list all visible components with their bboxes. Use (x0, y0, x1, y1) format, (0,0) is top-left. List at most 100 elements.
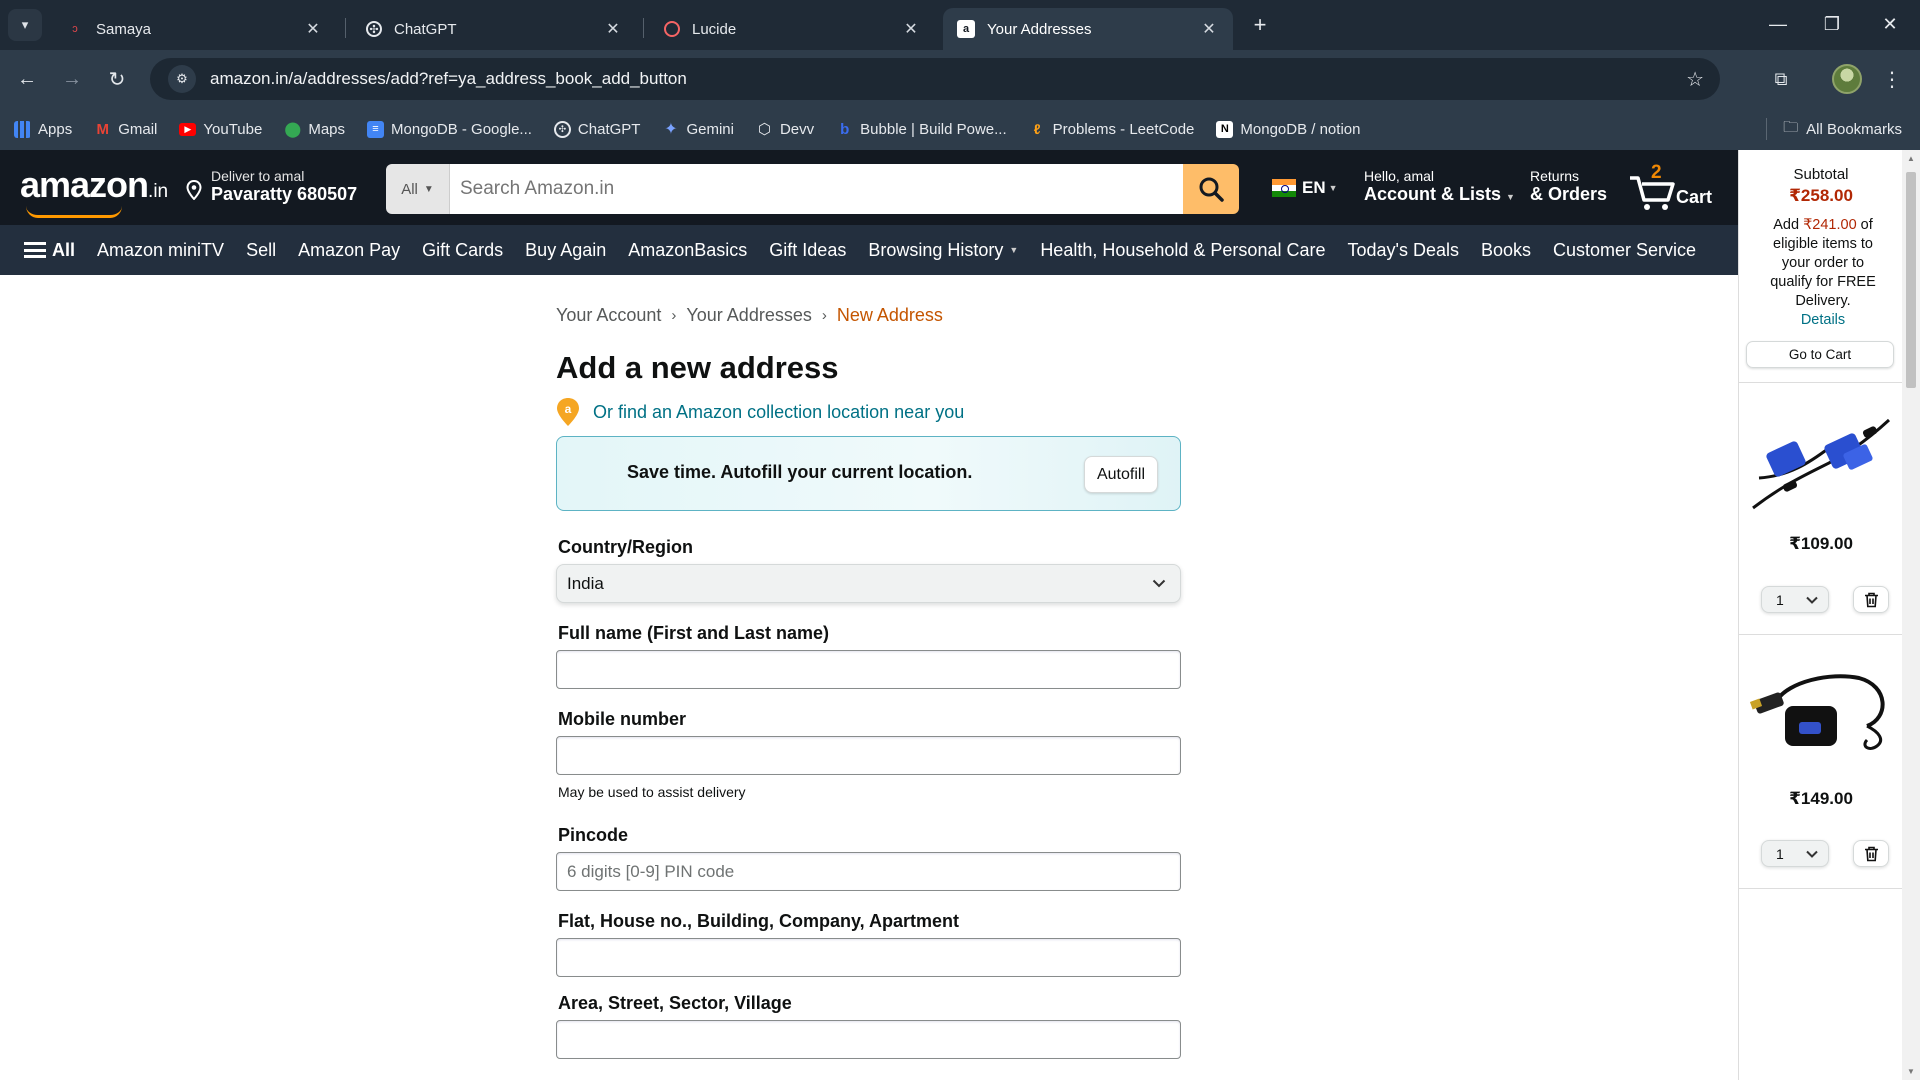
product-image-hdmi-vga-adapter[interactable] (1749, 662, 1893, 772)
pincode-label: Pincode (558, 825, 629, 845)
scroll-down-icon[interactable]: ▼ (1906, 1067, 1916, 1076)
breadcrumb: Your Account › Your Addresses › New Addr… (556, 305, 943, 326)
collection-location-link[interactable]: a Or find an Amazon collection location … (556, 397, 964, 427)
nav-item-amazon-pay[interactable]: Amazon Pay (298, 240, 400, 261)
chevron-down-icon (1806, 850, 1818, 858)
search-input[interactable] (450, 164, 1183, 214)
breadcrumb-separator-icon: › (671, 307, 677, 324)
search-category-dropdown[interactable]: All ▼ (386, 164, 450, 214)
bookmark-maps[interactable]: ⬤ Maps (284, 121, 345, 139)
bookmark-star-icon[interactable]: ☆ (1686, 67, 1704, 92)
site-info-icon[interactable]: ⚙ (168, 65, 196, 93)
collection-link-text: Or find an Amazon collection location ne… (593, 401, 965, 422)
breadcrumb-your-account[interactable]: Your Account (556, 305, 661, 326)
cart-count: 2 (1651, 162, 1662, 183)
mobile-input[interactable] (556, 736, 1181, 775)
bookmark-youtube[interactable]: ▶ YouTube (179, 121, 262, 138)
logo-text: amazon (20, 164, 149, 205)
language-selector[interactable]: EN ▼ (1272, 178, 1338, 198)
account-lists-menu[interactable]: Hello, amal Account & Lists ▼ (1364, 168, 1515, 205)
cart-link[interactable]: 2 Cart (1628, 162, 1728, 214)
bookmark-mongodb-notion[interactable]: N MongoDB / notion (1216, 120, 1360, 138)
divider (1739, 634, 1903, 635)
autofill-banner: Save time. Autofill your current locatio… (556, 436, 1181, 511)
samaya-icon: ↄ (72, 23, 78, 35)
browser-tab-lucide[interactable]: Lucide ✕ (650, 8, 935, 50)
docs-icon: ≡ (367, 120, 385, 138)
nav-item-amazonbasics[interactable]: AmazonBasics (628, 240, 747, 261)
nav-item-browsing-history[interactable]: Browsing History ▼ (868, 240, 1018, 261)
restore-button[interactable]: ❐ (1812, 8, 1852, 40)
browser-toolbar: ← → ↻ ⚙ amazon.in/a/addresses/add?ref=ya… (0, 50, 1920, 108)
extensions-icon[interactable]: ⧉ (1766, 64, 1796, 94)
bookmark-devv[interactable]: ⬡ Devv (756, 121, 814, 139)
flat-input[interactable] (556, 938, 1181, 977)
returns-orders-link[interactable]: Returns & Orders (1530, 168, 1607, 205)
bookmark-chatgpt[interactable]: ✣ ChatGPT (553, 120, 641, 138)
fullname-label: Full name (First and Last name) (558, 623, 830, 643)
breadcrumb-your-addresses[interactable]: Your Addresses (686, 305, 811, 326)
new-tab-button[interactable]: + (1245, 10, 1275, 40)
nav-item-gift-cards[interactable]: Gift Cards (422, 240, 503, 261)
nav-item-gift-ideas[interactable]: Gift Ideas (769, 240, 846, 261)
area-input[interactable] (556, 1020, 1181, 1059)
bookmark-gmail[interactable]: M Gmail (94, 121, 157, 138)
browser-tab-samaya[interactable]: ↄ Samaya ✕ (52, 8, 337, 50)
close-tab-icon[interactable]: ✕ (603, 19, 623, 39)
browser-tab-your-addresses[interactable]: a Your Addresses ✕ (943, 8, 1233, 50)
browser-menu-icon[interactable]: ⋮ (1880, 64, 1904, 94)
bookmark-apps[interactable]: Apps (14, 120, 73, 138)
nav-item-customer-service[interactable]: Customer Service (1553, 240, 1696, 261)
bookmark-label: MongoDB - Google... (391, 120, 532, 138)
autofill-button[interactable]: Autofill (1083, 456, 1158, 493)
scroll-up-icon[interactable]: ▲ (1906, 154, 1916, 163)
msg-amount: ₹241.00 (1803, 217, 1857, 233)
fullname-input[interactable] (556, 650, 1181, 689)
returns-line1: Returns (1530, 168, 1580, 184)
minimize-button[interactable]: — (1758, 8, 1798, 40)
forward-button[interactable]: → (55, 62, 89, 96)
product-image-vga-cable[interactable] (1749, 408, 1893, 518)
nav-item-books[interactable]: Books (1481, 240, 1531, 261)
bookmark-label: Apps (38, 120, 73, 138)
details-link[interactable]: Details (1801, 312, 1845, 328)
go-to-cart-button[interactable]: Go to Cart (1746, 341, 1894, 368)
item-quantity-select[interactable]: 1 (1761, 840, 1829, 867)
nav-item-sell[interactable]: Sell (246, 240, 276, 261)
profile-avatar[interactable] (1832, 64, 1862, 94)
item-quantity-select[interactable]: 1 (1761, 586, 1829, 613)
reload-button[interactable]: ↻ (100, 62, 134, 96)
back-button[interactable]: ← (10, 62, 44, 96)
close-window-button[interactable]: ✕ (1870, 8, 1910, 40)
amazon-logo[interactable]: amazon.in (20, 164, 168, 206)
country-select[interactable]: India (556, 564, 1181, 603)
nav-all-menu[interactable]: All (24, 240, 75, 261)
search-category-label: All (401, 180, 418, 198)
bookmark-mongodb-google[interactable]: ≡ MongoDB - Google... (367, 120, 532, 138)
bookmark-label: ChatGPT (577, 120, 641, 138)
bookmark-bubble[interactable]: b Bubble | Build Powe... (836, 121, 1007, 138)
address-bar[interactable]: ⚙ amazon.in/a/addresses/add?ref=ya_addre… (150, 58, 1720, 100)
all-bookmarks-button[interactable]: 🗀 All Bookmarks (1766, 108, 1902, 150)
nav-item-health-household[interactable]: Health, Household & Personal Care (1040, 240, 1325, 261)
nav-item-minitv[interactable]: Amazon miniTV (97, 240, 224, 261)
delete-item-button[interactable] (1853, 840, 1889, 867)
close-tab-icon[interactable]: ✕ (303, 19, 323, 39)
close-tab-icon[interactable]: ✕ (1199, 19, 1219, 39)
page-scrollbar[interactable]: ▲ ▼ (1902, 150, 1920, 1080)
bookmark-leetcode[interactable]: ℓ Problems - LeetCode (1029, 121, 1195, 138)
search-button[interactable] (1183, 164, 1239, 214)
notion-icon: N (1216, 120, 1234, 138)
nav-item-todays-deals[interactable]: Today's Deals (1347, 240, 1459, 261)
tab-search-button[interactable]: ▾ (8, 9, 42, 41)
minimize-icon: — (1769, 13, 1787, 34)
browser-tab-chatgpt[interactable]: ✣ ChatGPT ✕ (352, 8, 637, 50)
pincode-input[interactable]: 6 digits [0-9] PIN code (556, 852, 1181, 891)
nav-item-buy-again[interactable]: Buy Again (525, 240, 606, 261)
bookmark-gemini[interactable]: ✦ Gemini (662, 121, 734, 139)
delete-item-button[interactable] (1853, 586, 1889, 613)
caret-down-icon: ▼ (1328, 183, 1338, 193)
close-tab-icon[interactable]: ✕ (901, 19, 921, 39)
scrollbar-thumb[interactable] (1906, 172, 1916, 388)
url-text[interactable]: amazon.in/a/addresses/add?ref=ya_address… (210, 69, 1686, 89)
